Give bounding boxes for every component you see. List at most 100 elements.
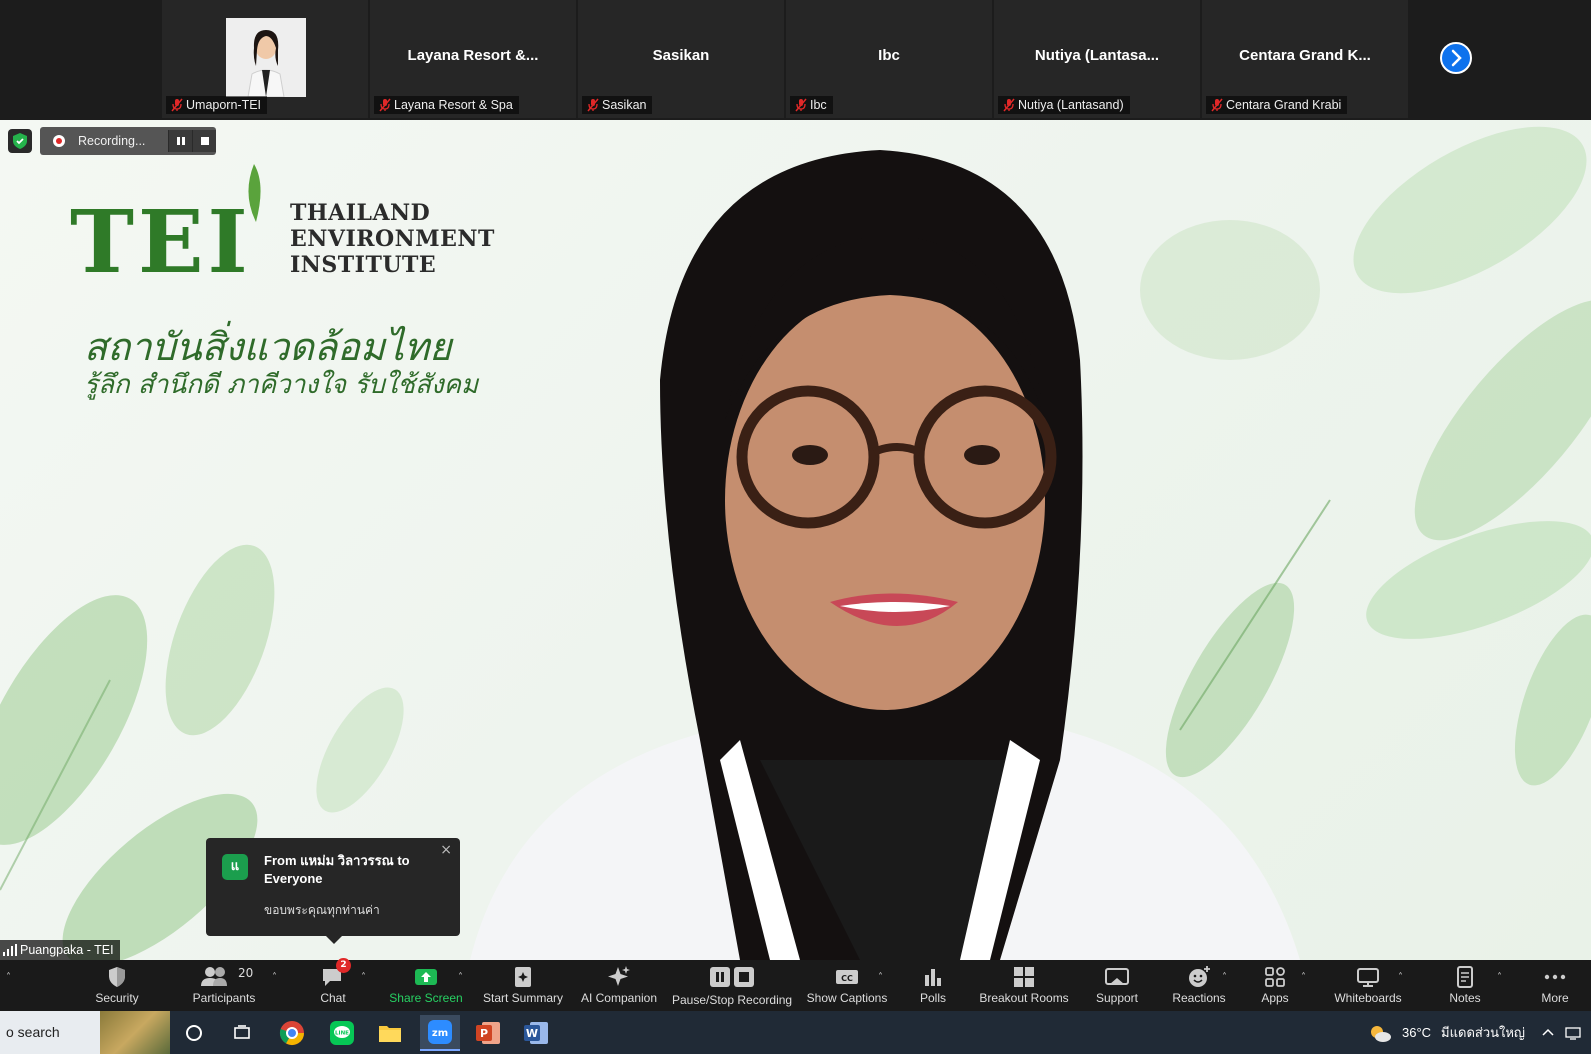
ai-companion-label: AI Companion [580,991,658,1005]
next-page-button[interactable] [1440,42,1472,74]
reactions-button[interactable]: Reactions [1164,960,1234,1011]
notes-button[interactable]: Notes [1436,960,1494,1011]
org-line-3: INSTITUTE [290,252,437,278]
security-label: Security [95,991,139,1005]
participant-tile[interactable]: Nutiya (Lantasa... Nutiya (Lantasand) [994,0,1200,118]
show-captions-label: Show Captions [806,991,888,1005]
participant-tile[interactable]: Centara Grand K... Centara Grand Krabi [1202,0,1408,118]
pause-recording-button[interactable] [168,130,192,152]
start-summary-button[interactable]: Start Summary [480,960,566,1011]
poll-chart-icon [925,969,941,986]
shield-icon [109,967,125,987]
participant-name-label: Centara Grand Krabi [1206,96,1348,114]
participant-tile[interactable]: Umaporn-TEI [162,0,368,118]
share-screen-label: Share Screen [389,991,463,1005]
participant-name-label: Umaporn-TEI [166,96,268,114]
mic-muted-icon [1211,98,1223,112]
chevron-up-icon[interactable] [1541,1026,1555,1040]
close-notification-button[interactable]: × [440,842,452,858]
speaker-video: Recording... TEI THAILAND ENVIRONMENT IN… [0,120,1591,960]
svg-text:CC: CC [841,974,853,983]
zoom-app-icon[interactable]: zm [420,1015,460,1051]
more-button[interactable]: More [1528,960,1582,1011]
signal-bars-icon [3,944,17,956]
show-captions-button[interactable]: CC Show Captions [804,960,890,1011]
stop-icon [200,137,209,145]
weather-description: มีแดดส่วนใหญ่ [1441,1025,1525,1040]
participant-name: Ibc [810,98,827,112]
participant-tile[interactable]: Ibc Ibc [786,0,992,118]
participants-button[interactable]: 20 Participants [186,960,262,1011]
mic-muted-icon [587,98,599,112]
polls-button[interactable]: Polls [908,960,958,1011]
chat-unread-badge: 2 [336,958,351,973]
mic-muted-icon [1003,98,1015,112]
captions-icon: CC [836,970,858,984]
chrome-icon[interactable] [274,1015,310,1051]
breakout-rooms-button[interactable]: Breakout Rooms [972,960,1076,1011]
speaker-name-label: Puangpaka - TEI [0,940,120,960]
apps-button[interactable]: Apps [1250,960,1300,1011]
encryption-shield-icon[interactable] [8,129,32,153]
reactions-label: Reactions [1172,991,1226,1005]
ai-companion-button[interactable]: AI Companion [576,960,662,1011]
share-screen-button[interactable]: Share Screen [386,960,466,1011]
more-dots-icon [1544,974,1566,980]
participant-name-label: Sasikan [582,96,653,114]
popup-tail [326,936,342,944]
taskbar-search[interactable]: o search [0,1011,170,1054]
network-icon[interactable] [1565,1026,1583,1040]
participant-count: 20 [238,966,254,980]
participant-name: Sasikan [602,98,647,112]
tei-logo: TEI [70,192,252,293]
file-explorer-icon[interactable] [372,1015,408,1051]
apps-options-caret[interactable]: ˄ [1301,972,1306,983]
participant-name-label: Layana Resort & Spa [374,96,519,114]
pause-stop-recording-label: Pause/Stop Recording [672,993,793,1007]
security-button[interactable]: Security [82,960,152,1011]
task-view-icon[interactable] [224,1015,260,1051]
summary-icon [515,967,531,987]
whiteboards-button[interactable]: Whiteboards [1326,960,1410,1011]
task-view-circle-icon[interactable] [176,1015,212,1051]
meeting-toolbar: ˄ Security 20 Participants ˄ 2 Chat ˄ Sh… [0,958,1591,1011]
participant-name-label: Nutiya (Lantasand) [998,96,1130,114]
word-icon[interactable]: W [518,1015,554,1051]
participant-tile[interactable]: Layana Resort &... Layana Resort & Spa [370,0,576,118]
temperature: 36°C [1402,1025,1432,1040]
reactions-options-caret[interactable]: ˄ [1222,972,1227,983]
participants-options-caret[interactable]: ˄ [272,972,277,983]
participant-display-name: Layana Resort &... [407,47,539,64]
support-screen-icon [1105,968,1129,985]
record-dot-icon [53,135,65,147]
mic-muted-icon [795,98,807,112]
stop-recording-button[interactable] [192,130,216,152]
participant-name: Nutiya (Lantasand) [1018,98,1124,112]
participant-tile[interactable]: Sasikan Sasikan [578,0,784,118]
pause-icon [176,137,185,145]
line-app-icon[interactable]: LINE [324,1015,360,1051]
whiteboards-label: Whiteboards [1334,991,1402,1005]
notes-options-caret[interactable]: ˄ [1497,972,1502,983]
apps-icon [1265,967,1285,987]
share-options-caret[interactable]: ˄ [458,972,463,983]
captions-options-caret[interactable]: ˄ [878,972,883,983]
participant-display-name: Ibc [878,47,900,64]
notes-label: Notes [1449,991,1481,1005]
chevron-right-icon [1451,49,1462,67]
chat-sender: From แหม่ม วิลาวรรณ to Everyone [264,853,410,886]
audio-options-caret[interactable]: ˄ [6,972,11,983]
participant-display-name: Sasikan [652,47,710,64]
chat-notification[interactable]: แ From แหม่ม วิลาวรรณ to Everyone ขอบพระ… [206,838,460,944]
chat-button[interactable]: 2 Chat [306,958,360,1011]
support-button[interactable]: Support [1086,960,1148,1011]
chat-options-caret[interactable]: ˄ [361,972,366,983]
participant-display-name: Centara Grand K... [1239,47,1371,64]
whiteboards-options-caret[interactable]: ˄ [1398,972,1403,983]
pause-stop-recording-button[interactable]: Pause/Stop Recording [672,960,792,1011]
svg-text:P: P [480,1027,488,1040]
participant-name-label: Ibc [790,96,833,114]
windows-taskbar: o search LINE zm P W 36°C มีแดดส่วนใหญ่ [0,1011,1591,1054]
more-label: More [1541,991,1569,1005]
powerpoint-icon[interactable]: P [470,1015,506,1051]
